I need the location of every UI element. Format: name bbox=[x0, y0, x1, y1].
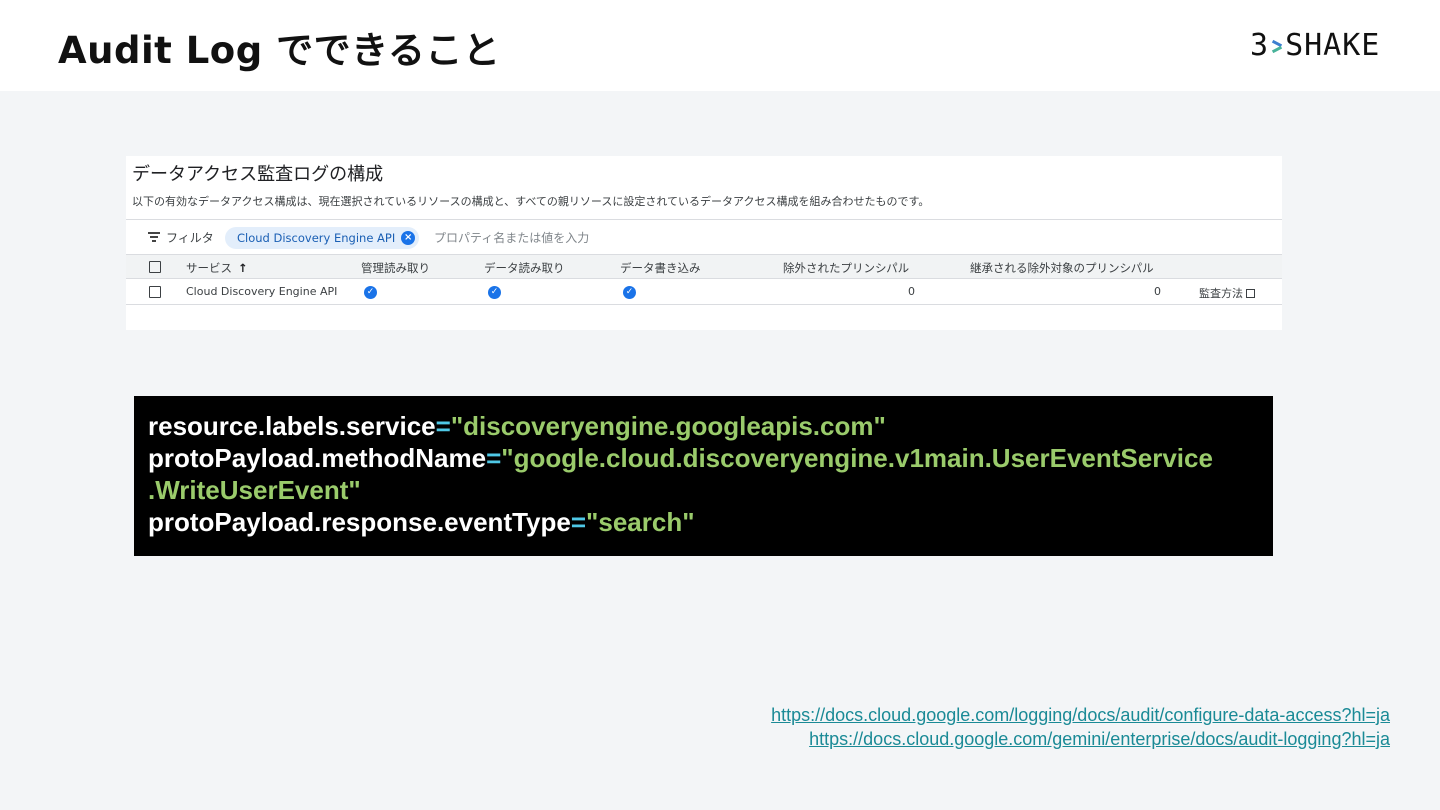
audit-method-link-label: 監査方法 bbox=[1199, 287, 1243, 300]
code-line-2: protoPayload.methodName="google.cloud.di… bbox=[148, 442, 1273, 474]
close-icon[interactable]: × bbox=[401, 231, 416, 245]
data-write-check-icon: ✓ bbox=[623, 286, 636, 299]
column-header-service[interactable]: サービス ↑ bbox=[186, 260, 248, 276]
external-link-icon bbox=[1246, 289, 1255, 298]
reference-link-audit-logging[interactable]: https://docs.cloud.google.com/gemini/ent… bbox=[771, 727, 1390, 751]
code-line-1: resource.labels.service="discoveryengine… bbox=[148, 410, 1273, 442]
row-excluded-principals: 0 bbox=[908, 285, 915, 298]
admin-read-check-icon: ✓ bbox=[364, 286, 377, 299]
column-header-excluded-principals[interactable]: 除外されたプリンシパル bbox=[783, 260, 909, 276]
code-equals: = bbox=[435, 411, 451, 441]
panel-title: データアクセス監査ログの構成 bbox=[132, 164, 384, 185]
column-header-admin-read[interactable]: 管理読み取り bbox=[361, 260, 430, 276]
logo-text-left: 3 bbox=[1250, 28, 1270, 63]
column-header-inherited-excluded[interactable]: 継承される除外対象のプリンシパル bbox=[970, 260, 1154, 276]
table-header: サービス ↑ 管理読み取り データ読み取り データ書き込み 除外されたプリンシパル… bbox=[126, 254, 1282, 279]
audit-method-link[interactable]: 監査方法 bbox=[1199, 285, 1255, 301]
log-query-code-block: resource.labels.service="discoveryengine… bbox=[134, 396, 1273, 556]
row-inherited-excluded: 0 bbox=[1154, 285, 1161, 298]
code-key: resource.labels.service bbox=[148, 411, 436, 441]
filter-bar: フィルタ Cloud Discovery Engine API × プロパティ名… bbox=[126, 219, 1282, 254]
code-value: "discoveryengine.googleapis.com" bbox=[450, 411, 886, 441]
code-value: "google.cloud.discoveryengine.v1main.Use… bbox=[501, 443, 1213, 473]
reference-links: https://docs.cloud.google.com/logging/do… bbox=[771, 703, 1390, 751]
reference-link-configure-data-access[interactable]: https://docs.cloud.google.com/logging/do… bbox=[771, 703, 1390, 727]
company-logo: 3 SHAKE bbox=[1250, 28, 1380, 63]
column-header-data-read[interactable]: データ読み取り bbox=[484, 260, 565, 276]
row-service-name: Cloud Discovery Engine API bbox=[186, 285, 338, 298]
code-equals: = bbox=[570, 507, 587, 537]
data-read-check-icon: ✓ bbox=[488, 286, 501, 299]
filter-chip-label: Cloud Discovery Engine API bbox=[237, 231, 396, 245]
slide-title: Audit Log でできること bbox=[58, 29, 501, 72]
data-access-audit-config-panel: データアクセス監査ログの構成 以下の有効なデータアクセス構成は、現在選択されてい… bbox=[126, 156, 1282, 330]
table-row[interactable]: Cloud Discovery Engine API ✓ ✓ ✓ 0 0 監査方… bbox=[126, 279, 1282, 305]
code-equals: = bbox=[486, 443, 502, 473]
filter-label[interactable]: フィルタ bbox=[166, 229, 214, 246]
row-checkbox[interactable] bbox=[149, 286, 161, 298]
column-header-data-write[interactable]: データ書き込み bbox=[620, 260, 701, 276]
logo-text-right: SHAKE bbox=[1285, 28, 1381, 63]
filter-chip[interactable]: Cloud Discovery Engine API × bbox=[225, 227, 420, 249]
code-value: "search" bbox=[586, 507, 695, 537]
logo-arrow-icon bbox=[1270, 39, 1284, 53]
code-key: protoPayload.response.eventType bbox=[148, 507, 571, 537]
arrow-up-icon: ↑ bbox=[238, 261, 248, 275]
filter-input[interactable]: プロパティ名または値を入力 bbox=[434, 229, 589, 246]
code-line-3: .WriteUserEvent" bbox=[148, 474, 1273, 506]
code-line-4: protoPayload.response.eventType="search" bbox=[148, 506, 1273, 538]
filter-icon[interactable] bbox=[148, 232, 160, 242]
code-value: .WriteUserEvent" bbox=[148, 475, 361, 505]
column-header-service-label: サービス bbox=[186, 261, 232, 275]
panel-description: 以下の有効なデータアクセス構成は、現在選択されているリソースの構成と、すべての親… bbox=[132, 195, 930, 208]
select-all-checkbox[interactable] bbox=[149, 261, 161, 273]
slide-header: Audit Log でできること 3 SHAKE bbox=[0, 0, 1440, 91]
code-key: protoPayload.methodName bbox=[148, 443, 487, 473]
